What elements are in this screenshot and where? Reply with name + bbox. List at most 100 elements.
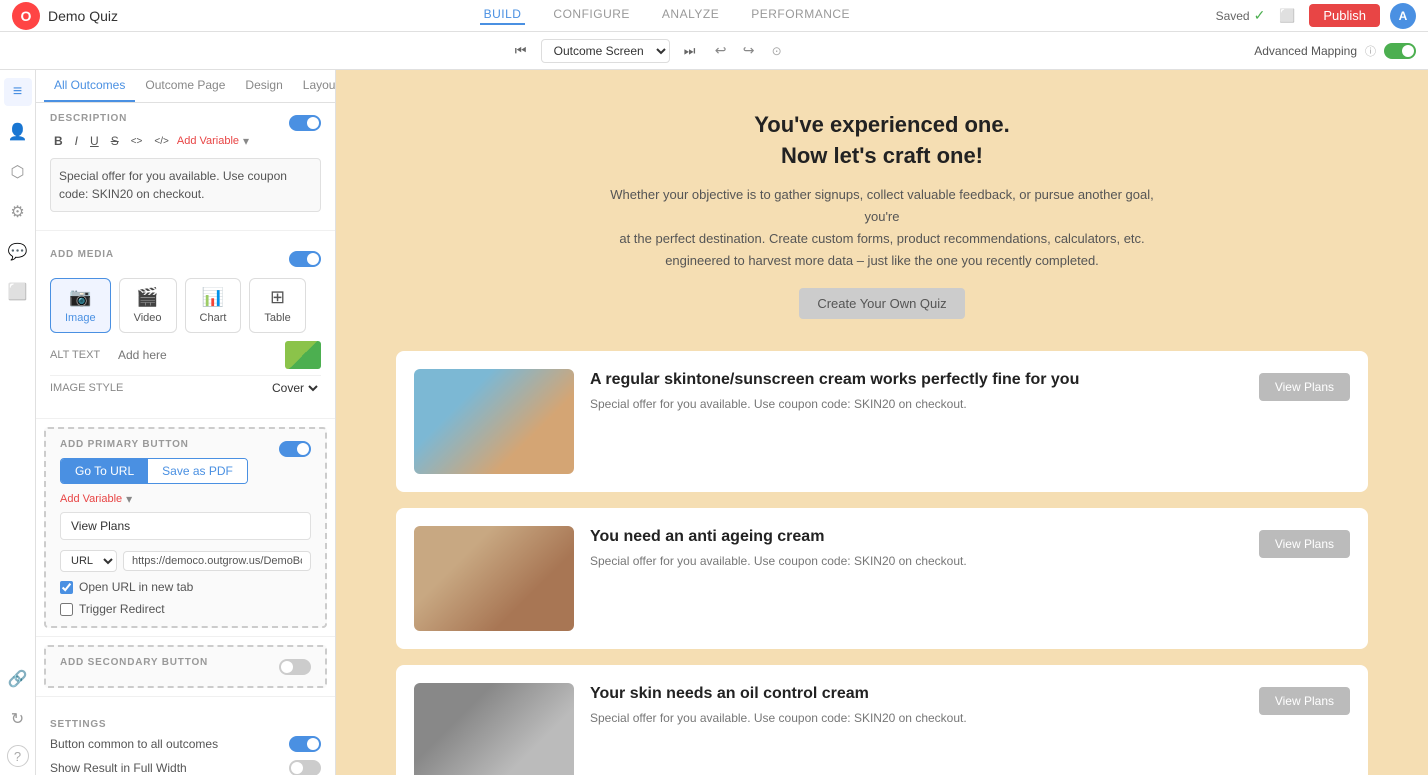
sidebar-icon-chat[interactable]: 💬 xyxy=(4,238,32,266)
canvas-body: Whether your objective is to gather sign… xyxy=(602,184,1162,272)
outcome-content-0: A regular skintone/sunscreen cream works… xyxy=(590,369,1243,411)
media-label: ADD MEDIA xyxy=(50,249,114,260)
top-bar: O Demo Quiz BUILD CONFIGURE ANALYZE PERF… xyxy=(0,0,1428,32)
sidebar-icon-tag[interactable]: ⬡ xyxy=(4,158,32,186)
monitor-icon[interactable]: ⬜ xyxy=(1275,4,1299,28)
saved-label: Saved xyxy=(1216,9,1250,23)
nav-analyze[interactable]: ANALYZE xyxy=(658,7,723,25)
trigger-redirect-row: Trigger Redirect xyxy=(60,602,311,616)
media-type-table[interactable]: ⊞ Table xyxy=(249,278,305,333)
format-code-inline[interactable]: <> xyxy=(127,134,147,149)
outcome-card-0: A regular skintone/sunscreen cream works… xyxy=(396,351,1368,492)
secondary-btn-toggle[interactable] xyxy=(279,659,311,675)
sidebar-icon-settings[interactable]: ⚙ xyxy=(4,198,32,226)
sidebar-icon-quiz[interactable]: ≡ xyxy=(4,78,32,106)
top-nav: BUILD CONFIGURE ANALYZE PERFORMANCE xyxy=(480,7,854,25)
description-section: DESCRIPTION B I U S <> </> Add Variable … xyxy=(36,103,335,222)
primary-btn-add-variable[interactable]: Add Variable xyxy=(60,493,122,505)
view-plans-btn-2[interactable]: View Plans xyxy=(1259,687,1350,715)
outcome-desc-0: Special offer for you available. Use cou… xyxy=(590,397,1243,411)
media-toggle[interactable] xyxy=(289,251,321,267)
redo-button[interactable]: ↪ xyxy=(738,40,760,62)
tab-design[interactable]: Design xyxy=(235,70,292,102)
format-bold[interactable]: B xyxy=(50,132,67,150)
btn-tab-pdf[interactable]: Save as PDF xyxy=(148,459,247,483)
nav-configure[interactable]: CONFIGURE xyxy=(549,7,634,25)
sidebar-icon-user[interactable]: 👤 xyxy=(4,118,32,146)
image-style-row: IMAGE STYLE Cover xyxy=(50,375,321,400)
image-thumbnail xyxy=(285,341,321,369)
sidebar-icon-refresh[interactable]: ↻ xyxy=(4,705,32,733)
open-new-tab-label[interactable]: Open URL in new tab xyxy=(79,580,193,594)
panel-tabs: All Outcomes Outcome Page Design Layouts… xyxy=(36,70,335,103)
add-variable-chevron[interactable]: ▾ xyxy=(243,134,249,148)
app-logo: O xyxy=(12,2,40,30)
divider-3 xyxy=(36,636,335,637)
media-type-chart[interactable]: 📊 Chart xyxy=(185,278,242,333)
format-code-block[interactable]: </> xyxy=(150,134,172,149)
view-plans-btn-0[interactable]: View Plans xyxy=(1259,373,1350,401)
view-plans-btn-1[interactable]: View Plans xyxy=(1259,530,1350,558)
sidebar-icon-link[interactable]: 🔗 xyxy=(4,665,32,693)
trigger-redirect-checkbox[interactable] xyxy=(60,603,73,616)
last-screen-icon[interactable]: ⏭ xyxy=(678,39,702,63)
image-style-select[interactable]: Cover xyxy=(268,380,321,396)
format-strike[interactable]: S xyxy=(107,132,123,150)
nav-performance[interactable]: PERFORMANCE xyxy=(747,7,854,25)
sidebar-icon-layout[interactable]: ⬜ xyxy=(4,278,32,306)
help-icon[interactable]: ⊙ xyxy=(766,40,788,62)
button-common-toggle[interactable] xyxy=(289,736,321,752)
publish-button[interactable]: Publish xyxy=(1309,4,1380,27)
button-common-label: Button common to all outcomes xyxy=(50,737,218,751)
button-label-input[interactable]: View Plans xyxy=(60,512,311,540)
description-toggle-row: DESCRIPTION xyxy=(50,113,321,132)
alt-text-input[interactable] xyxy=(118,348,277,362)
second-bar-right: Advanced Mapping ⓘ xyxy=(1254,43,1416,59)
add-variable-chevron-2[interactable]: ▾ xyxy=(126,492,132,506)
format-italic[interactable]: I xyxy=(71,132,82,150)
url-input[interactable] xyxy=(123,551,311,571)
alt-text-label: ALT TEXT xyxy=(50,349,110,361)
advanced-mapping-toggle[interactable] xyxy=(1384,43,1416,59)
add-variable-button[interactable]: Add Variable xyxy=(177,135,239,147)
description-text[interactable]: Special offer for you available. Use cou… xyxy=(50,158,321,212)
tab-layouts[interactable]: Layouts xyxy=(293,70,336,102)
user-avatar: A xyxy=(1390,3,1416,29)
quiz-title: Demo Quiz xyxy=(48,8,118,24)
btn-tab-url[interactable]: Go To URL xyxy=(61,459,148,483)
nav-build[interactable]: BUILD xyxy=(480,7,526,25)
secondary-btn-toggle-row: ADD SECONDARY BUTTON xyxy=(60,657,311,676)
tab-all-outcomes[interactable]: All Outcomes xyxy=(44,70,135,102)
tab-outcome-page[interactable]: Outcome Page xyxy=(135,70,235,102)
media-types: 📷 Image 🎬 Video 📊 Chart ⊞ Table xyxy=(50,278,321,333)
table-label: Table xyxy=(264,312,290,324)
create-quiz-button[interactable]: Create Your Own Quiz xyxy=(799,288,964,319)
primary-btn-toggle-row: ADD PRIMARY BUTTON xyxy=(60,439,311,458)
format-underline[interactable]: U xyxy=(86,132,103,150)
outcome-content-2: Your skin needs an oil control cream Spe… xyxy=(590,683,1243,725)
undo-button[interactable]: ↩ xyxy=(710,40,732,62)
image-label: Image xyxy=(65,312,96,324)
sidebar-icon-help[interactable]: ? xyxy=(7,745,29,767)
divider-2 xyxy=(36,418,335,419)
media-type-video[interactable]: 🎬 Video xyxy=(119,278,177,333)
saved-check-icon: ✓ xyxy=(1254,7,1266,24)
open-new-tab-row: Open URL in new tab xyxy=(60,580,311,594)
description-toggle[interactable] xyxy=(289,115,321,131)
second-bar: ⏮ Outcome Screen ⏭ ↩ ↪ ⊙ Advanced Mappin… xyxy=(0,32,1428,70)
media-type-image[interactable]: 📷 Image xyxy=(50,278,111,333)
secondary-btn-label: ADD SECONDARY BUTTON xyxy=(60,657,208,668)
secondary-button-section: ADD SECONDARY BUTTON xyxy=(44,645,327,688)
video-icon: 🎬 xyxy=(136,287,158,308)
trigger-redirect-label[interactable]: Trigger Redirect xyxy=(79,602,165,616)
show-result-toggle[interactable] xyxy=(289,760,321,775)
canvas-area: You've experienced one. Now let's craft … xyxy=(336,70,1428,775)
outcome-card-1: You need an anti ageing cream Special of… xyxy=(396,508,1368,649)
outcome-desc-2: Special offer for you available. Use cou… xyxy=(590,711,1243,725)
divider-4 xyxy=(36,696,335,697)
primary-btn-toggle[interactable] xyxy=(279,441,311,457)
open-new-tab-checkbox[interactable] xyxy=(60,581,73,594)
first-screen-icon[interactable]: ⏮ xyxy=(509,39,533,63)
url-type-select[interactable]: URL xyxy=(60,550,117,572)
screen-select[interactable]: Outcome Screen xyxy=(541,39,670,63)
